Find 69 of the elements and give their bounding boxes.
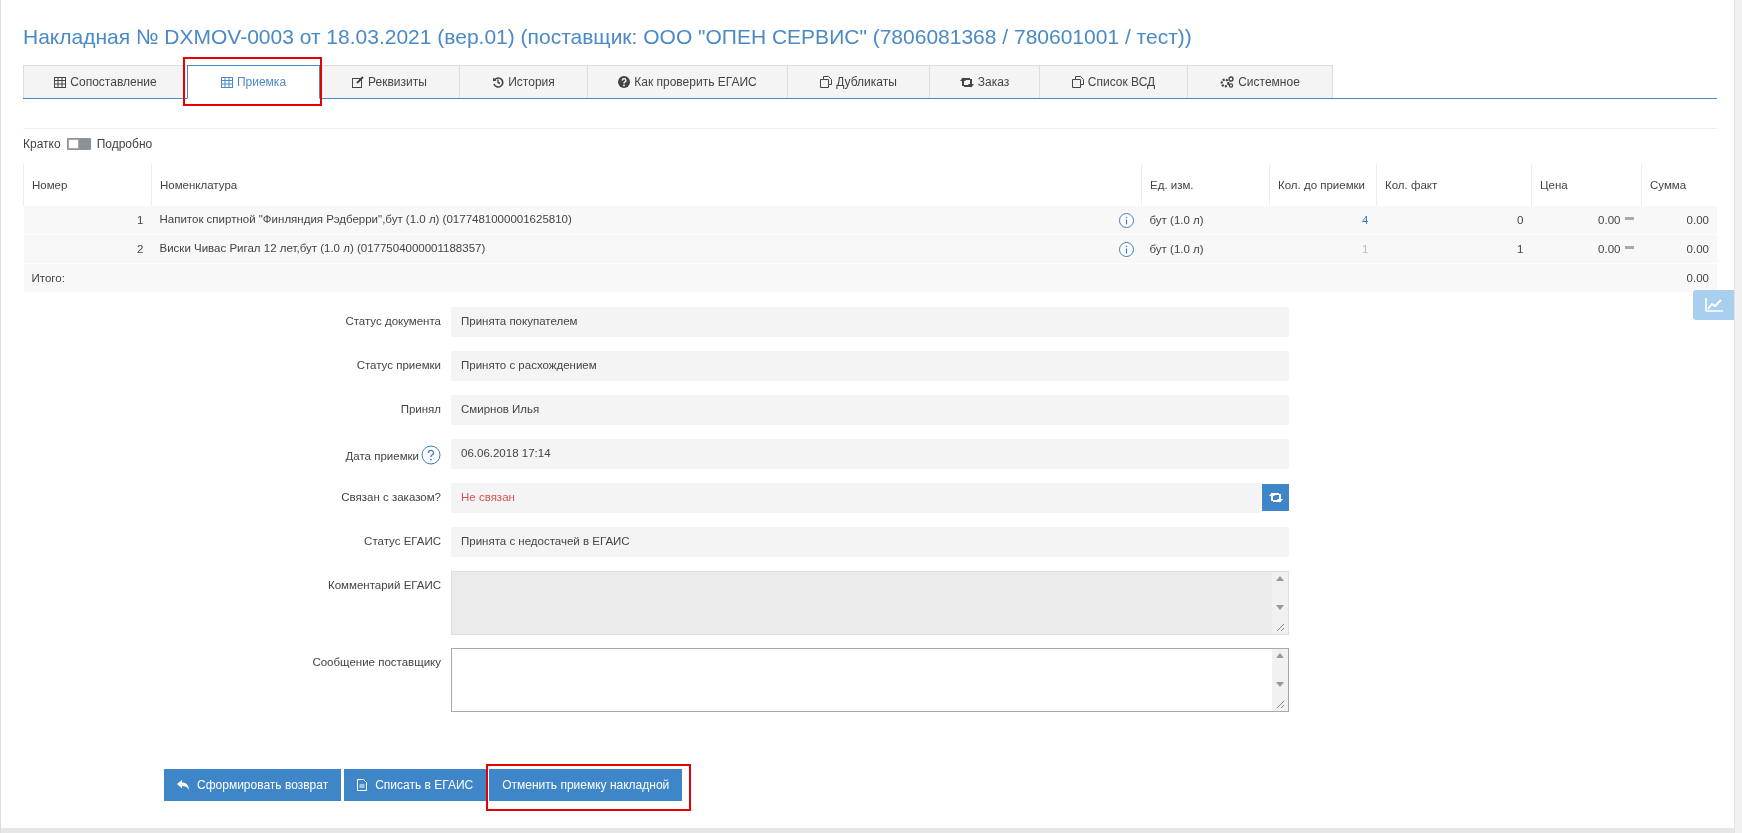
table-cell: бут (1.0 л)	[1141, 234, 1270, 264]
view-switch[interactable]	[66, 138, 91, 150]
tab[interactable]: История	[459, 65, 588, 98]
table-cell: 2	[23, 234, 152, 264]
tab[interactable]: Приемка	[187, 65, 320, 99]
tab[interactable]: Дубликаты	[787, 65, 930, 98]
help-icon[interactable]	[421, 445, 441, 465]
repeat-icon	[1268, 492, 1283, 503]
scroll-down-icon[interactable]	[1276, 682, 1284, 687]
dash-icon	[1624, 217, 1634, 220]
action-button[interactable]: Списать в ЕГАИС	[344, 769, 487, 801]
field-label: Дата приемки	[345, 450, 419, 462]
action-button[interactable]: Отменить приемку накладной	[489, 769, 683, 801]
table-cell: 0.00	[1641, 206, 1717, 235]
table-cell: Итого:	[23, 263, 152, 293]
toggle-label: Кратко	[23, 137, 61, 151]
field-label: Статус ЕГАИС	[364, 535, 441, 547]
price-value: 0.00	[1598, 214, 1621, 226]
trend-icon	[1705, 298, 1723, 312]
tab[interactable]: Системное	[1187, 65, 1333, 98]
field-label: Сообщение поставщику	[312, 656, 441, 668]
text-area[interactable]	[451, 648, 1289, 712]
table-cell: бут (1.0 л)	[1141, 206, 1270, 235]
tab[interactable]: Как проверить ЕГАИС	[587, 65, 788, 98]
link-order-button[interactable]	[1262, 484, 1289, 511]
field-value: Принято с расхождением	[451, 351, 1289, 381]
history-icon	[492, 76, 505, 88]
repeat-icon	[959, 76, 974, 88]
field-value: Смирнов Илья	[451, 395, 1289, 425]
gears-icon	[1220, 76, 1235, 88]
edit-icon	[352, 76, 365, 88]
info-icon[interactable]	[1118, 241, 1134, 257]
question-icon	[618, 76, 631, 88]
toggle-label: Подробно	[96, 137, 153, 151]
table-cell: 1	[1376, 234, 1532, 264]
tab[interactable]: Реквизиты	[319, 65, 460, 98]
field-value: 06.06.2018 17:14	[451, 439, 1289, 469]
scrollbar[interactable]	[1734, 0, 1742, 833]
price-value: 0.00	[1598, 243, 1621, 255]
tab[interactable]: Заказ	[929, 65, 1040, 98]
table-cell: 1	[1269, 234, 1377, 264]
field-label: Принял	[400, 403, 441, 415]
table-cell: 1	[23, 206, 152, 235]
scroll-up-icon[interactable]	[1276, 653, 1284, 658]
copy-icon	[1071, 76, 1084, 88]
field-label: Статус документа	[345, 315, 441, 327]
tab[interactable]: Сопоставление	[23, 65, 188, 98]
info-icon[interactable]	[1118, 212, 1134, 228]
field-label: Связан с заказом?	[341, 491, 441, 503]
table-icon	[54, 76, 67, 88]
product-name: Виски Чивас Ригал 12 лет,бут (1.0 л) (0177504000001188357)	[159, 241, 486, 254]
field-value: Не связан	[451, 483, 1261, 513]
table-cell: 0	[1376, 206, 1532, 235]
table-cell: 4	[1269, 206, 1377, 235]
tab[interactable]: Список ВСД	[1039, 65, 1188, 98]
reply-icon	[177, 780, 189, 790]
product-name: Напиток спиртной "Финляндия Рэдберри",бут (1.0 л) (0177481000001625810)	[159, 212, 572, 225]
field-value: Принята с недостачей в ЕГАИС	[451, 527, 1289, 557]
table-icon	[220, 76, 233, 88]
page-title: Накладная № DXMOV-0003 от 18.03.2021 (вер.01) (поставщик: ООО "ОПЕН СЕРВИС" (7806081368 / 780601001 / тест))	[23, 24, 1193, 50]
copy-icon	[820, 76, 833, 88]
table-cell: 0.00	[1641, 234, 1717, 264]
field-label: Комментарий ЕГАИС	[328, 579, 441, 591]
field-label: Статус приемки	[356, 359, 441, 371]
field-value: Принята покупателем	[451, 307, 1289, 337]
document-icon	[357, 779, 368, 791]
resize-grip-icon[interactable]	[1275, 699, 1285, 709]
action-button[interactable]: Сформировать возврат	[164, 769, 342, 801]
dash-icon	[1624, 246, 1634, 249]
